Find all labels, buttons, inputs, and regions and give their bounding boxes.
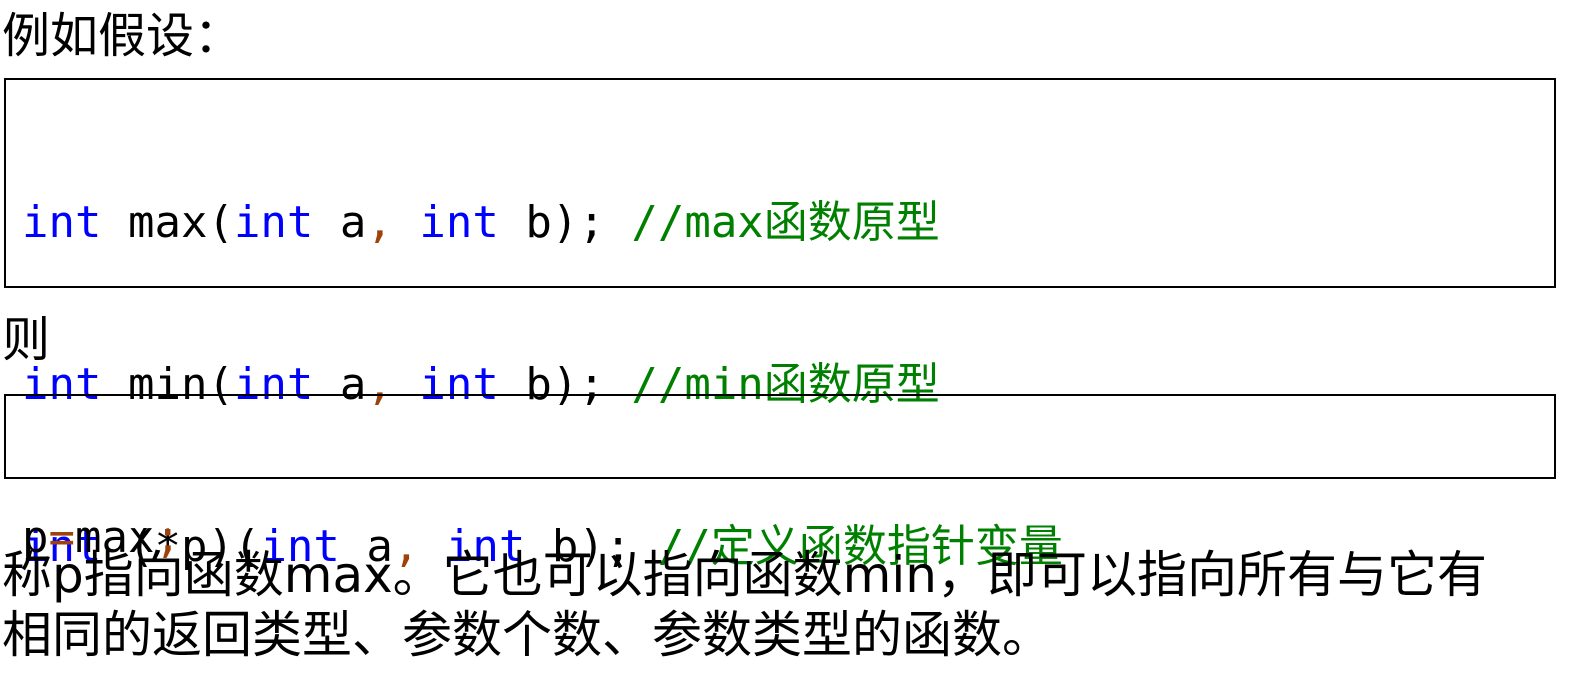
- paragraph-line-2: 相同的返回类型、参数个数、参数类型的函数。: [2, 606, 1052, 664]
- code-text: a: [313, 197, 367, 248]
- code-text: b);: [498, 197, 632, 248]
- paragraph-line-1: 称p指向函数max。它也可以指向函数min，即可以指向所有与它有: [2, 546, 1487, 604]
- code-keyword: int: [233, 197, 314, 248]
- code-line: int max(int a, int b); //max函数原型: [22, 193, 1554, 253]
- code-text: max(: [101, 197, 234, 248]
- code-block-declarations: int max(int a, int b); //max函数原型 int min…: [4, 78, 1556, 572]
- then-text: 则: [2, 312, 51, 368]
- code-comment: //max函数原型: [631, 197, 940, 248]
- explanation-paragraph: 称p指向函数max。它也可以指向函数min，即可以指向所有与它有 相同的返回类型…: [2, 545, 1487, 665]
- intro-text: 例如假设：: [2, 8, 243, 64]
- code-block-assignment: p=max;: [4, 394, 1556, 563]
- code-keyword: int: [22, 197, 102, 248]
- code-keyword: int: [419, 197, 499, 248]
- code-punctuation: ,: [366, 197, 393, 248]
